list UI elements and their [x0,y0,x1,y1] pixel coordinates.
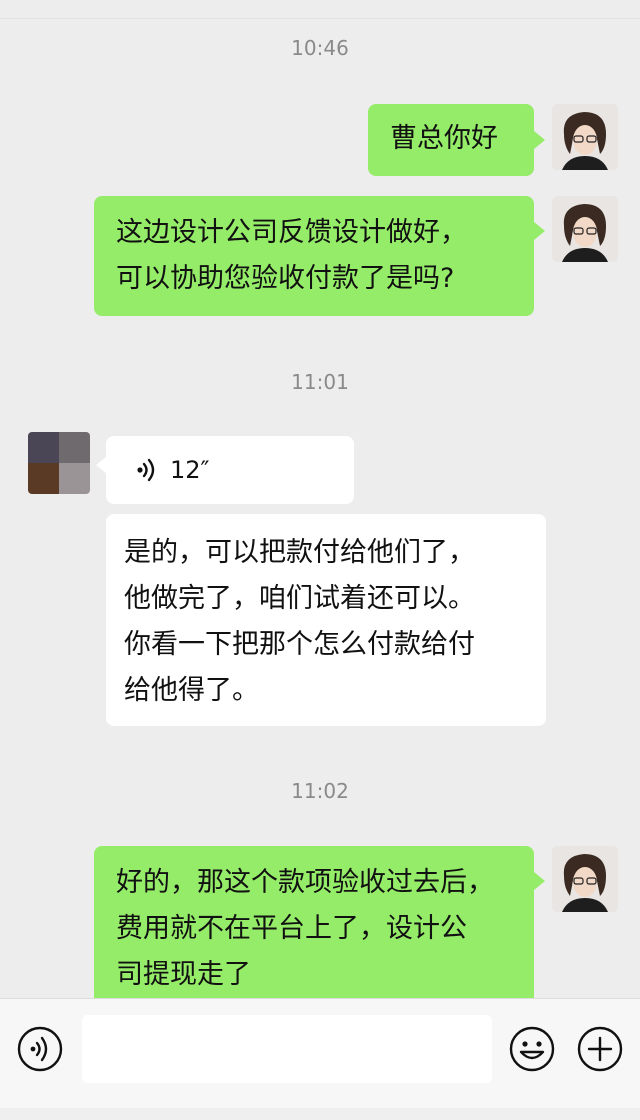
my-avatar[interactable] [552,846,618,912]
message-input[interactable] [82,1015,492,1083]
bubble-tail [534,222,545,240]
contact-message-bubble[interactable]: 是的，可以把款付给他们了， 他做完了，咱们试着还可以。 你看一下把那个怎么付款给… [106,514,546,726]
message-text: 费用就不在平台上了，设计公 [116,913,467,944]
voice-icon[interactable] [17,1026,63,1072]
message-text: 好的，那这个款项验收过去后， [116,867,494,898]
message-text: 他做完了，咱们试着还可以。 [124,583,475,614]
contact-avatar[interactable] [28,432,90,494]
message-text: 可以协助您验收付款了是吗? [116,263,455,294]
chat-screen: 10:46 曹总你好 这边设计公司反馈设计做好， 可以协助您验收付款了是吗? 1 [0,0,640,1120]
voice-message-bubble[interactable]: 12″ [106,436,354,504]
input-toolbar [0,998,640,1120]
plus-icon[interactable] [577,1026,623,1072]
my-avatar[interactable] [552,104,618,170]
message-text: 曹总你好 [390,123,498,154]
timestamp: 10:46 [291,36,349,60]
my-avatar[interactable] [552,196,618,262]
emoji-icon[interactable] [509,1026,555,1072]
bubble-tail [534,131,545,149]
timestamp: 11:02 [291,779,349,803]
message-text: 给他得了。 [124,675,259,706]
timestamp: 11:01 [291,370,349,394]
my-message-bubble[interactable]: 这边设计公司反馈设计做好， 可以协助您验收付款了是吗? [94,196,534,316]
voice-duration: 12″ [170,456,210,484]
message-text: 你看一下把那个怎么付款给付 [124,629,475,660]
message-text: 这边设计公司反馈设计做好， [116,217,467,248]
home-indicator-area [0,1108,640,1120]
my-message-bubble[interactable]: 曹总你好 [368,104,534,176]
my-message-bubble[interactable]: 好的，那这个款项验收过去后， 费用就不在平台上了，设计公 司提现走了 [94,846,534,1016]
bubble-tail [534,872,545,890]
message-text: 是的，可以把款付给他们了， [124,537,475,568]
message-text: 司提现走了 [116,959,251,990]
top-divider [0,0,640,19]
voice-wave-icon [137,458,155,482]
